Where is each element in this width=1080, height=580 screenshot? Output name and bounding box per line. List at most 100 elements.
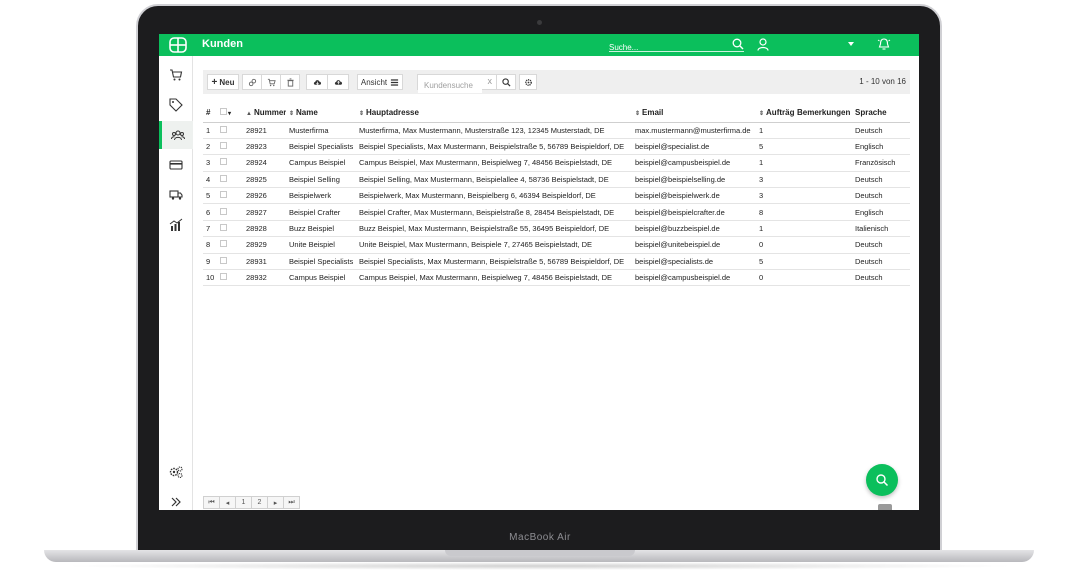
chevron-down-icon[interactable]: ▾ xyxy=(228,111,231,117)
sidebar-item-orders[interactable] xyxy=(159,61,193,89)
row-index: 8 xyxy=(203,236,217,254)
credit-card-icon xyxy=(169,160,183,170)
column-hauptadresse[interactable]: ⇕ Hauptadresse xyxy=(356,104,632,123)
select-all-checkbox[interactable] xyxy=(220,108,227,116)
row-checkbox[interactable] xyxy=(220,240,227,248)
table-settings-button[interactable] xyxy=(519,74,537,90)
sidebar-item-payments[interactable] xyxy=(159,151,193,179)
global-search-input[interactable] xyxy=(609,40,727,55)
clear-search-icon[interactable]: x xyxy=(488,76,493,86)
new-button[interactable]: + Neu xyxy=(207,74,239,90)
link-button[interactable] xyxy=(242,74,262,90)
next-page-button[interactable]: ▸ xyxy=(267,496,284,509)
table-row[interactable]: 1 28921 Musterfirma Musterfirma, Max Muster… xyxy=(203,122,910,139)
row-checkbox[interactable] xyxy=(220,125,227,133)
page-1-button[interactable]: 1 xyxy=(235,496,252,509)
search-icon[interactable] xyxy=(732,38,744,50)
sidebar-item-analytics[interactable] xyxy=(159,211,193,239)
row-select-cell xyxy=(217,187,243,205)
row-checkbox[interactable] xyxy=(220,174,227,182)
table-row[interactable]: 5 28926 Beispielwerk Beispielwerk, Max Must… xyxy=(203,187,910,205)
sidebar-item-settings[interactable] xyxy=(159,458,193,486)
sidebar-item-customers[interactable] xyxy=(159,121,193,149)
column-sprache[interactable]: Sprache xyxy=(852,104,910,123)
row-email: beispiel@campusbeispiel.de xyxy=(632,154,756,172)
column-email[interactable]: ⇕ Email xyxy=(632,104,756,123)
scroll-to-top-tab[interactable] xyxy=(878,504,892,510)
row-index: 5 xyxy=(203,187,217,205)
download-button[interactable] xyxy=(306,74,328,90)
column-index: # xyxy=(203,104,217,123)
row-language: Französisch xyxy=(852,154,910,172)
row-address: Beispiel Selling, Max Mustermann, Beispi… xyxy=(356,171,632,189)
row-index: 7 xyxy=(203,220,217,238)
table-row[interactable]: 4 28925 Beispiel Selling Beispiel Selling, … xyxy=(203,171,910,189)
search-icon xyxy=(876,474,889,487)
row-name: Campus Beispiel xyxy=(286,154,356,172)
row-select-cell xyxy=(217,154,243,172)
table-row[interactable]: 7 28928 Buzz Beispiel Buzz Beispiel, Max Mu… xyxy=(203,220,910,238)
row-name: Musterfirma xyxy=(286,122,356,139)
row-checkbox[interactable] xyxy=(220,256,227,264)
user-icon[interactable] xyxy=(757,38,769,51)
row-index: 10 xyxy=(203,269,217,287)
floating-search-button[interactable] xyxy=(866,464,898,496)
table-row[interactable]: 2 28923 Beispiel Specialists Beispiel Speci… xyxy=(203,138,910,156)
row-checkbox[interactable] xyxy=(220,207,227,215)
table-row[interactable]: 9 28931 Beispiel Specialists Beispiel Speci… xyxy=(203,253,910,271)
prev-page-button[interactable]: ◂ xyxy=(219,496,236,509)
upload-button[interactable] xyxy=(327,74,349,90)
row-name: Beispiel Crafter xyxy=(286,203,356,221)
row-checkbox[interactable] xyxy=(220,158,227,166)
sidebar-expand-button[interactable] xyxy=(159,488,193,510)
search-icon xyxy=(501,77,511,87)
row-language: Deutsch xyxy=(852,187,910,205)
row-nummer: 28924 xyxy=(243,154,286,172)
row-checkbox[interactable] xyxy=(220,273,227,281)
settings-icon xyxy=(169,466,183,479)
column-select[interactable]: ▾ xyxy=(217,104,243,123)
app-logo-icon[interactable] xyxy=(169,37,187,53)
table-row[interactable]: 8 28929 Unite Beispiel Unite Beispiel, Max … xyxy=(203,236,910,254)
row-orders: 0 xyxy=(756,236,794,254)
column-name[interactable]: ⇕ Name xyxy=(286,104,356,123)
column-bemerkungen[interactable]: Bemerkungen xyxy=(794,104,852,123)
row-address: Campus Beispiel, Max Mustermann, Beispie… xyxy=(356,269,632,287)
row-checkbox[interactable] xyxy=(220,142,227,150)
page-2-button[interactable]: 2 xyxy=(251,496,268,509)
view-button[interactable]: Ansicht xyxy=(357,74,403,90)
cart-button[interactable] xyxy=(261,74,281,90)
row-email: beispiel@campusbeispiel.de xyxy=(632,269,756,287)
chevron-down-icon[interactable] xyxy=(847,41,855,47)
row-checkbox[interactable] xyxy=(220,224,227,232)
row-index: 2 xyxy=(203,138,217,156)
row-language: Deutsch xyxy=(852,171,910,189)
row-language: Englisch xyxy=(852,138,910,156)
app-header: Kunden xyxy=(159,34,919,56)
row-address: Beispiel Crafter, Max Mustermann, Beispi… xyxy=(356,203,632,221)
row-address: Beispielwerk, Max Mustermann, Beispielbe… xyxy=(356,187,632,205)
delete-button[interactable] xyxy=(280,74,300,90)
sort-icon: ⇕ xyxy=(759,111,765,118)
sidebar-item-shipping[interactable] xyxy=(159,181,193,209)
customer-search-input[interactable] xyxy=(418,78,482,93)
row-nummer: 28932 xyxy=(243,269,286,287)
row-select-cell xyxy=(217,253,243,271)
sidebar-item-products[interactable] xyxy=(159,91,193,119)
row-email: beispiel@beispielcrafter.de xyxy=(632,203,756,221)
last-page-button[interactable]: ⏭ xyxy=(283,496,300,509)
column-auftraege[interactable]: ⇕Aufträge xyxy=(756,104,794,123)
row-remarks xyxy=(794,138,852,156)
table-row[interactable]: 3 28924 Campus Beispiel Campus Beispiel, Ma… xyxy=(203,154,910,172)
search-button[interactable] xyxy=(496,74,516,90)
bell-icon[interactable] xyxy=(877,37,891,51)
first-page-button[interactable]: ⏮ xyxy=(203,496,220,509)
row-select-cell xyxy=(217,203,243,221)
row-remarks xyxy=(794,187,852,205)
column-nummer[interactable]: ▲ Nummer xyxy=(243,104,286,123)
table-row[interactable]: 10 28932 Campus Beispiel Campus Beispiel, M… xyxy=(203,269,910,287)
row-address: Beispiel Specialists, Max Mustermann, Be… xyxy=(356,138,632,156)
row-checkbox[interactable] xyxy=(220,191,227,199)
table-row[interactable]: 6 28927 Beispiel Crafter Beispiel Crafter, … xyxy=(203,203,910,221)
row-nummer: 28928 xyxy=(243,220,286,238)
